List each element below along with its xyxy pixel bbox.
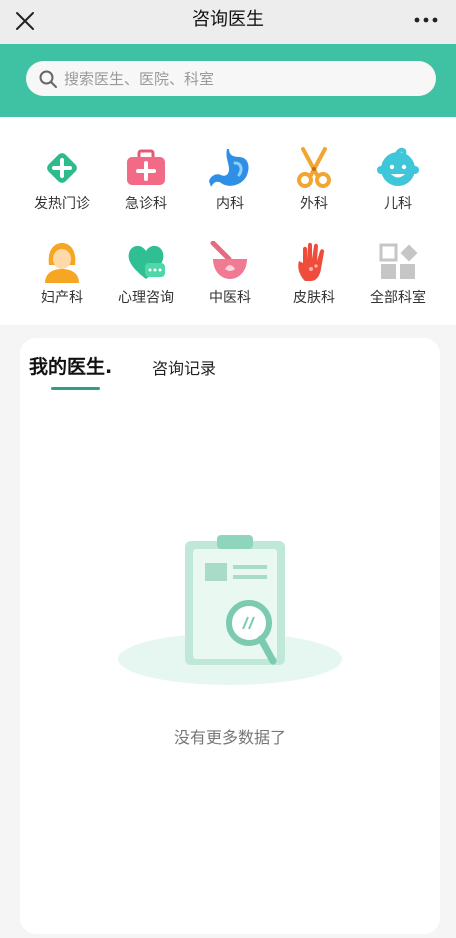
dept-all[interactable]: 全部科室 [356,241,440,331]
dept-internal-medicine[interactable]: 内科 [188,147,272,237]
scissors-icon [297,147,331,188]
search-icon [39,70,57,88]
clipboard-magnifier-icon [118,535,342,685]
hand-icon [298,242,325,281]
dept-label: 中医科 [209,290,251,306]
search-box[interactable] [26,61,436,96]
dept-tcm[interactable]: 中医科 [188,241,272,331]
active-tab-indicator [51,387,100,390]
department-row: 妇产科 心理咨询 中医科 皮肤科 全部科室 [0,241,456,331]
dept-surgery[interactable]: 外科 [272,147,356,237]
all-departments-icon [379,243,418,279]
more-icon[interactable] [412,8,440,32]
dept-label: 外科 [300,196,328,212]
dept-label: 内科 [216,196,244,212]
fever-clinic-icon [47,153,77,183]
emergency-kit-icon [127,149,165,185]
dept-dermatology[interactable]: 皮肤科 [272,241,356,331]
dept-emergency[interactable]: 急诊科 [104,147,188,237]
woman-icon [45,243,79,283]
dept-label: 妇产科 [41,290,83,306]
dept-label: 全部科室 [370,290,426,306]
stomach-icon [209,149,249,187]
tab-consult-records[interactable]: 咨询记录 [152,355,216,379]
page-title: 咨询医生 [192,9,264,30]
heart-chat-icon [128,245,165,279]
dept-label: 皮肤科 [293,290,335,306]
mortar-pestle-icon [210,241,247,279]
navbar: 咨询医生 [0,0,456,44]
dept-label: 急诊科 [125,196,167,212]
department-row: 发热门诊 急诊科 内科 外科 儿科 [0,147,456,237]
dept-psychology[interactable]: 心理咨询 [104,241,188,331]
dept-label: 心理咨询 [118,290,174,306]
department-grid: 发热门诊 急诊科 内科 外科 儿科 妇产科 心理咨询 中医科 皮肤科 全部科室 [0,117,456,325]
dept-pediatrics[interactable]: 儿科 [356,147,440,237]
child-face-icon [377,147,419,186]
dept-obstetrics[interactable]: 妇产科 [20,241,104,331]
my-doctors-card: 我的医生. 咨询记录 没有更多数据了 [20,338,440,934]
empty-state-message: 没有更多数据了 [173,728,286,747]
search-input[interactable] [64,61,424,96]
tab-my-doctors[interactable]: 我的医生. [29,352,112,379]
dept-fever-clinic[interactable]: 发热门诊 [20,147,104,237]
search-banner [0,44,456,117]
dept-label: 儿科 [384,196,412,212]
dept-label: 发热门诊 [34,196,90,212]
